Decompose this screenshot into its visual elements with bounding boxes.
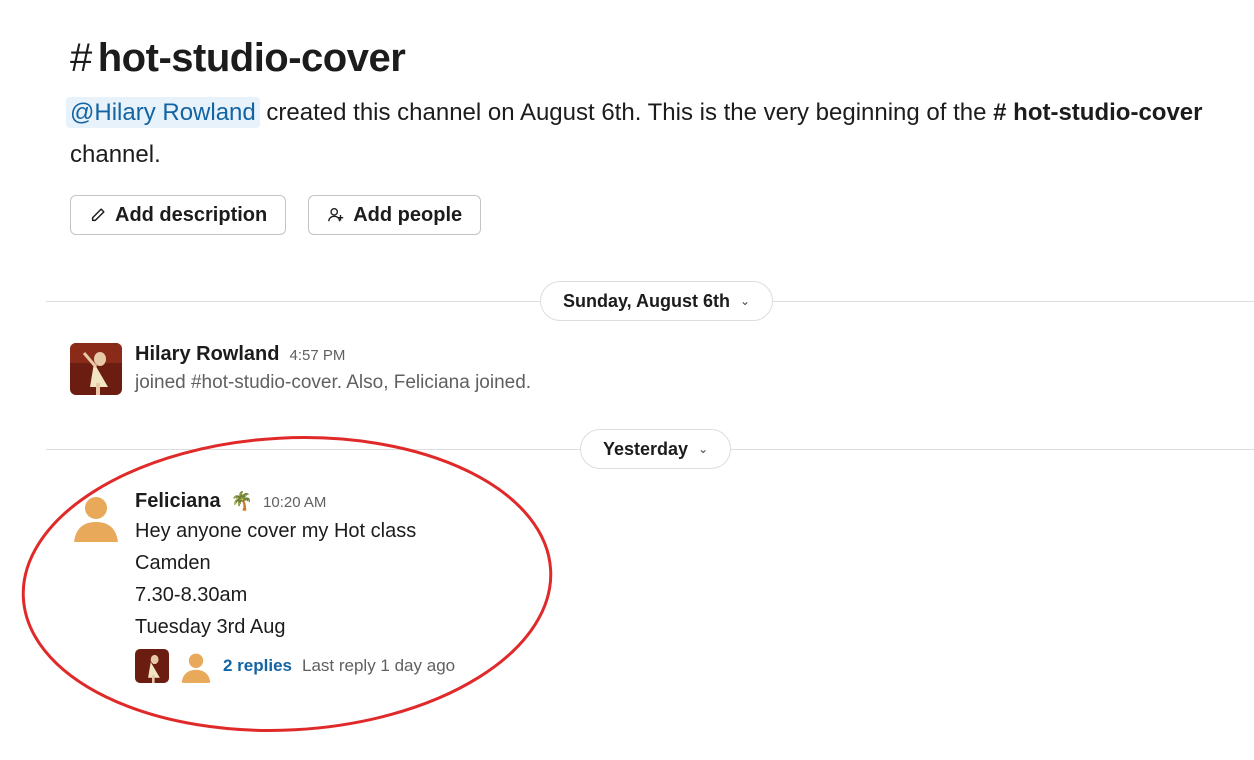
author-name[interactable]: Hilary Rowland (135, 343, 279, 366)
date-divider-sunday[interactable]: Sunday, August 6th ⌄ (540, 281, 774, 321)
channel-actions: Add description Add people (70, 195, 482, 235)
reply-avatar (135, 649, 169, 683)
default-avatar-icon (179, 649, 213, 683)
message-line: Camden (135, 552, 211, 574)
author-name[interactable]: Feliciana (135, 490, 221, 513)
add-people-button[interactable]: Add people (308, 195, 482, 235)
thread-replies[interactable]: 2 replies Last reply 1 day ago (135, 649, 455, 683)
chevron-down-icon: ⌄ (740, 294, 751, 308)
replies-link[interactable]: 2 replies (223, 656, 292, 676)
channel-title: # hot-studio-cover (70, 30, 1230, 86)
timestamp[interactable]: 4:57 PM (289, 347, 345, 364)
intro-channel-name[interactable]: hot-studio-cover (1006, 99, 1202, 126)
channel-intro: @Hilary Rowland created this channel on … (66, 92, 1230, 176)
user-mention[interactable]: @Hilary Rowland (66, 97, 260, 128)
message-feliciana[interactable]: Feliciana 🌴 10:20 AM Hey anyone cover my… (70, 490, 455, 683)
intro-text-end: channel. (70, 141, 161, 168)
message-line: 7.30-8.30am (135, 584, 248, 606)
chevron-down-icon: ⌄ (698, 442, 709, 456)
date-divider-label: Yesterday (603, 438, 689, 459)
default-avatar-icon (70, 490, 122, 542)
palm-tree-icon[interactable]: 🌴 (231, 491, 253, 512)
add-description-label: Add description (115, 203, 268, 226)
date-divider-yesterday[interactable]: Yesterday ⌄ (580, 429, 732, 469)
channel-header: # hot-studio-cover @Hilary Rowland creat… (66, 30, 1230, 176)
add-description-button[interactable]: Add description (70, 195, 287, 235)
message-hilary[interactable]: Hilary Rowland 4:57 PM joined #hot-studi… (70, 343, 531, 395)
intro-text: created this channel on August 6th. This… (259, 99, 994, 126)
add-people-label: Add people (353, 203, 463, 226)
message-line: Tuesday 3rd Aug (135, 616, 286, 638)
last-reply-text: Last reply 1 day ago (302, 656, 456, 675)
avatar[interactable] (70, 343, 122, 395)
pencil-icon (91, 208, 105, 222)
add-person-icon (328, 208, 344, 222)
reply-avatar (179, 649, 213, 683)
channel-name: hot-studio-cover (97, 36, 406, 80)
date-divider-label: Sunday, August 6th (563, 290, 731, 311)
intro-channel-hash: # (993, 99, 1007, 126)
timestamp[interactable]: 10:20 AM (263, 494, 326, 511)
avatar[interactable] (70, 490, 122, 542)
system-message: joined #hot-studio-cover. Also, Felician… (135, 372, 532, 393)
avatar-photo-icon (70, 343, 122, 395)
channel-hash-icon: # (70, 36, 92, 80)
avatar-photo-icon (135, 649, 169, 683)
message-line: Hey anyone cover my Hot class (135, 520, 417, 542)
